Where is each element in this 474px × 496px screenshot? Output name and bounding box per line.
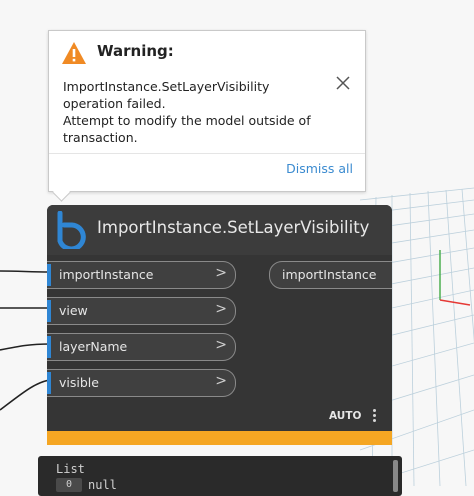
port-indicator (47, 300, 51, 322)
dismiss-all-link[interactable]: Dismiss all (286, 161, 353, 176)
chevron-right-icon: > (215, 373, 227, 389)
port-indicator (47, 372, 51, 394)
node-title: ImportInstance.SetLayerVisibility (97, 218, 370, 237)
port-indicator (47, 264, 51, 286)
chevron-right-icon: > (215, 301, 227, 317)
warning-divider (49, 153, 365, 154)
node-preview-bubble[interactable]: List 0 null (38, 456, 402, 496)
output-port-importinstance[interactable]: importInstance (269, 261, 392, 289)
chevron-right-icon: > (215, 265, 227, 281)
node-import-instance-set-layer-visibility[interactable]: ImportInstance.SetLayerVisibility import… (47, 205, 392, 445)
dynamo-logo-icon (54, 210, 90, 253)
input-port-importinstance[interactable]: importInstance > (47, 261, 236, 289)
input-port-label: layerName (59, 339, 128, 354)
preview-list-index: 0 (56, 478, 82, 492)
warning-icon (61, 41, 87, 69)
input-port-view[interactable]: view > (47, 297, 236, 325)
warning-message: ImportInstance.SetLayerVisibility operat… (63, 79, 311, 145)
node-header[interactable]: ImportInstance.SetLayerVisibility (47, 205, 392, 255)
port-indicator (47, 336, 51, 358)
output-port-label: importInstance (282, 267, 377, 282)
preview-list-value: null (88, 478, 117, 492)
input-port-label: visible (59, 375, 99, 390)
input-port-layername[interactable]: layerName > (47, 333, 236, 361)
input-port-label: view (59, 303, 88, 318)
lacing-label: AUTO (329, 410, 362, 422)
preview-list-title: List (56, 462, 85, 476)
input-port-visible[interactable]: visible > (47, 369, 236, 397)
preview-scrollbar[interactable] (393, 460, 398, 492)
warning-popup: Warning: ImportInstance.SetLayerVisibili… (48, 30, 366, 202)
warning-title: Warning: (97, 42, 174, 60)
node-state-bar (47, 431, 392, 445)
close-icon[interactable] (335, 75, 351, 95)
more-options-icon[interactable] (369, 407, 379, 425)
input-port-label: importInstance (59, 267, 154, 282)
chevron-right-icon: > (215, 337, 227, 353)
